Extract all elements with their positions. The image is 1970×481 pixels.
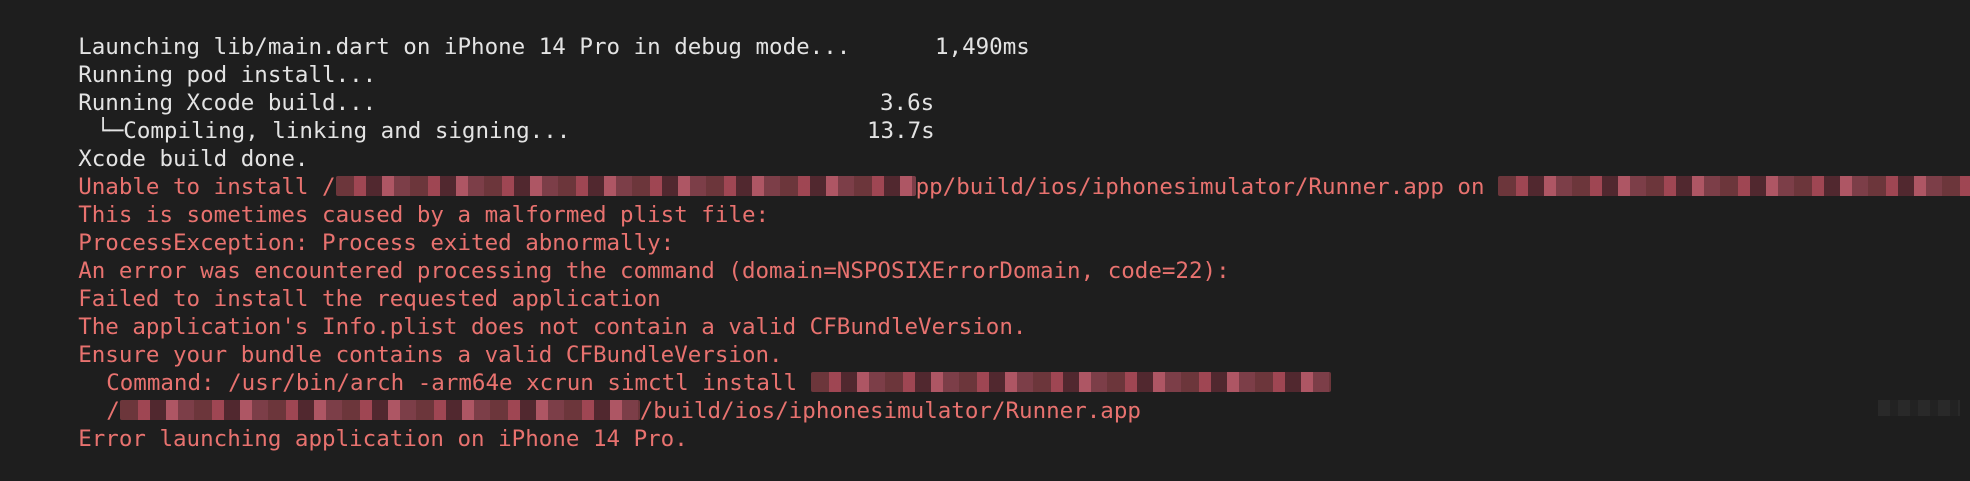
error-line-app-path: //build/ios/iphonesimulator/Runner.app xyxy=(24,369,1970,424)
error-line-ensure-bundle: Ensure your bundle contains a valid CFBu… xyxy=(24,313,1970,368)
log-line-launching: Launching lib/main.dart on iPhone 14 Pro… xyxy=(24,5,1970,60)
error-line-plist: This is sometimes caused by a malformed … xyxy=(24,173,1970,228)
timing-value: 1,490ms xyxy=(935,34,1030,60)
error-line-process-exception: ProcessException: Process exited abnorma… xyxy=(24,201,1970,256)
error-line-info-plist: The application's Info.plist does not co… xyxy=(24,285,1970,340)
timing-value: 3.6s xyxy=(880,90,935,116)
timing-value: 13.7s xyxy=(867,118,935,144)
error-line-launch: Error launching application on iPhone 14… xyxy=(24,397,1970,452)
error-line-encountered: An error was encountered processing the … xyxy=(24,229,1970,284)
error-text: Error launching application on iPhone 14… xyxy=(78,426,688,452)
log-line-xcode-build: Running Xcode build... xyxy=(24,61,1970,116)
error-line-failed-install: Failed to install the requested applicat… xyxy=(24,257,1970,312)
error-line-command: Command: /usr/bin/arch -arm64e xcrun sim… xyxy=(24,341,1970,396)
log-line-pod-install: Running pod install... 1,490ms xyxy=(24,33,1970,88)
log-line-compiling: └─Compiling, linking and signing... 3.6s xyxy=(24,89,1970,144)
error-line-unable-install: Unable to install / pp/build/ios/iphonesi… xyxy=(24,145,1970,200)
log-line-build-done: Xcode build done. 13.7s xyxy=(24,117,1970,172)
watermark xyxy=(1878,400,1960,416)
terminal-output: Launching lib/main.dart on iPhone 14 Pro… xyxy=(0,0,1970,452)
